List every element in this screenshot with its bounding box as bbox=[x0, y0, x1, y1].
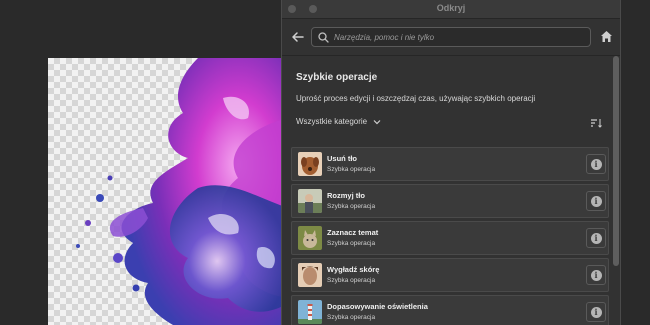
info-icon: i bbox=[590, 158, 602, 170]
search-field[interactable] bbox=[311, 27, 591, 47]
list-item[interactable]: Usuń tło Szybka operacja i bbox=[291, 147, 609, 181]
scrollbar[interactable] bbox=[613, 56, 619, 314]
cat-thumbnail bbox=[298, 226, 322, 250]
canvas-image bbox=[48, 58, 288, 325]
quick-action-name: Rozmyj tło bbox=[327, 191, 365, 200]
quick-action-type: Szybka operacja bbox=[327, 166, 376, 173]
info-button[interactable]: i bbox=[586, 191, 606, 211]
info-button[interactable]: i bbox=[586, 265, 606, 285]
info-icon: i bbox=[590, 306, 602, 318]
chevron-down-icon bbox=[373, 119, 381, 124]
window-title: Odkryj bbox=[436, 3, 466, 13]
info-button[interactable]: i bbox=[586, 154, 606, 174]
search-bar-row bbox=[282, 19, 620, 56]
section-heading: Szybkie operacje bbox=[296, 72, 378, 83]
category-dropdown[interactable]: Wszystkie kategorie bbox=[296, 117, 381, 126]
category-dropdown-label: Wszystkie kategorie bbox=[296, 117, 368, 126]
window-titlebar: Odkryj bbox=[282, 0, 620, 19]
section-description: Uprość proces edycji i oszczędzaj czas, … bbox=[296, 94, 536, 103]
quick-action-name: Zaznacz temat bbox=[327, 228, 379, 237]
quick-action-type: Szybka operacja bbox=[327, 277, 376, 284]
sort-icon[interactable] bbox=[590, 118, 602, 128]
home-icon[interactable] bbox=[600, 30, 613, 43]
face-thumbnail bbox=[298, 263, 322, 287]
list-item[interactable]: Zaznacz temat Szybka operacja i bbox=[291, 221, 609, 255]
quick-action-type: Szybka operacja bbox=[327, 314, 376, 321]
list-item[interactable]: Rozmyj tło Szybka operacja i bbox=[291, 184, 609, 218]
list-item[interactable]: Wygładź skórę Szybka operacja i bbox=[291, 258, 609, 292]
quick-action-name: Wygładź skórę bbox=[327, 265, 380, 274]
lighthouse-thumbnail bbox=[298, 300, 322, 324]
scrollbar-thumb[interactable] bbox=[613, 56, 619, 266]
search-input[interactable] bbox=[334, 29, 584, 45]
dog-thumbnail bbox=[298, 152, 322, 176]
info-icon: i bbox=[590, 269, 602, 281]
info-button[interactable]: i bbox=[586, 228, 606, 248]
quick-actions-section: Szybkie operacje Uprość proces edycji i … bbox=[282, 56, 610, 325]
back-arrow-icon[interactable] bbox=[291, 30, 305, 44]
info-button[interactable]: i bbox=[586, 302, 606, 322]
discover-panel: Odkryj Szybkie operacje Uprość proces ed… bbox=[281, 0, 621, 325]
quick-action-name: Dopasowywanie oświetlenia bbox=[327, 302, 428, 311]
search-icon bbox=[318, 32, 329, 43]
quick-actions-list: Usuń tło Szybka operacja i Rozmyj tło Sz… bbox=[291, 147, 609, 325]
list-item[interactable]: Dopasowywanie oświetlenia Szybka operacj… bbox=[291, 295, 609, 325]
info-icon: i bbox=[590, 195, 602, 207]
quick-action-type: Szybka operacja bbox=[327, 240, 376, 247]
quick-action-name: Usuń tło bbox=[327, 154, 357, 163]
info-icon: i bbox=[590, 232, 602, 244]
quick-action-type: Szybka operacja bbox=[327, 203, 376, 210]
person-thumbnail bbox=[298, 189, 322, 213]
